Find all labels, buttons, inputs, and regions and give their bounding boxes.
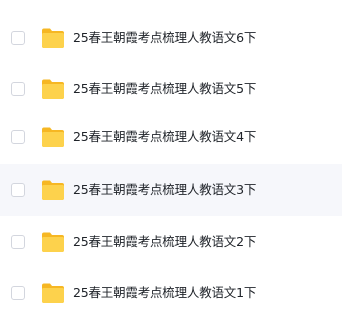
file-row[interactable]: 25春王朝霞考点梳理人教语文1下 xyxy=(0,267,342,319)
row-checkbox[interactable] xyxy=(11,286,25,300)
file-name[interactable]: 25春王朝霞考点梳理人教语文5下 xyxy=(73,80,256,98)
folder-icon xyxy=(42,232,64,252)
file-row[interactable]: 25春王朝霞考点梳理人教语文2下 xyxy=(0,216,342,268)
file-list: 25春王朝霞考点梳理人教语文6下 25春王朝霞考点梳理人教语文5下 25春王朝霞… xyxy=(0,0,342,326)
row-checkbox[interactable] xyxy=(11,31,25,45)
row-checkbox[interactable] xyxy=(11,183,25,197)
folder-icon xyxy=(42,283,64,303)
file-row[interactable]: 25春王朝霞考点梳理人教语文4下 xyxy=(0,111,342,163)
file-row[interactable]: 25春王朝霞考点梳理人教语文5下 xyxy=(0,63,342,115)
row-checkbox[interactable] xyxy=(11,130,25,144)
file-row-hovered[interactable]: 25春王朝霞考点梳理人教语文3下 xyxy=(0,164,342,216)
file-row[interactable]: 25春王朝霞考点梳理人教语文6下 xyxy=(0,12,342,64)
file-name[interactable]: 25春王朝霞考点梳理人教语文2下 xyxy=(73,233,256,251)
folder-icon xyxy=(42,180,64,200)
file-name[interactable]: 25春王朝霞考点梳理人教语文4下 xyxy=(73,128,256,146)
file-name[interactable]: 25春王朝霞考点梳理人教语文1下 xyxy=(73,284,256,302)
folder-icon xyxy=(42,127,64,147)
file-name[interactable]: 25春王朝霞考点梳理人教语文3下 xyxy=(73,181,256,199)
file-name[interactable]: 25春王朝霞考点梳理人教语文6下 xyxy=(73,29,256,47)
row-checkbox[interactable] xyxy=(11,82,25,96)
folder-icon xyxy=(42,79,64,99)
folder-icon xyxy=(42,28,64,48)
row-checkbox[interactable] xyxy=(11,235,25,249)
